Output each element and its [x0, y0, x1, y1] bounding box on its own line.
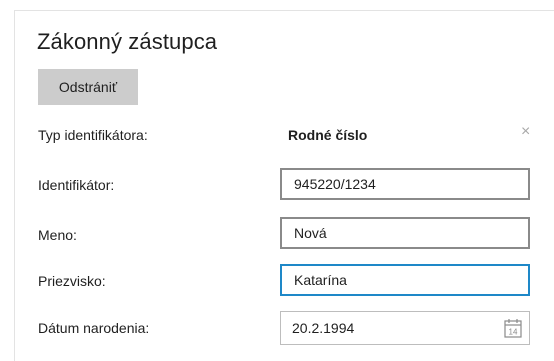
birth-date-picker[interactable]: 20.2.1994 14	[280, 311, 530, 345]
calendar-day-number: 14	[509, 328, 518, 337]
first-name-label: Meno:	[38, 227, 77, 243]
id-type-value: Rodné číslo	[288, 127, 368, 143]
identifier-label: Identifikátor:	[38, 177, 115, 193]
legal-representative-panel: Zákonný zástupca Odstrániť × Typ identif…	[14, 10, 554, 361]
last-name-input[interactable]	[280, 264, 530, 296]
last-name-label: Priezvisko:	[38, 273, 106, 289]
birth-date-label: Dátum narodenia:	[38, 320, 150, 336]
id-type-label: Typ identifikátora:	[38, 127, 148, 143]
section-title: Zákonný zástupca	[37, 29, 218, 54]
close-icon[interactable]: ×	[521, 124, 530, 140]
identifier-input[interactable]	[280, 168, 530, 200]
remove-button[interactable]: Odstrániť	[38, 69, 138, 105]
calendar-icon[interactable]: 14	[504, 318, 522, 338]
birth-date-value: 20.2.1994	[292, 320, 355, 336]
first-name-input[interactable]	[280, 217, 530, 249]
